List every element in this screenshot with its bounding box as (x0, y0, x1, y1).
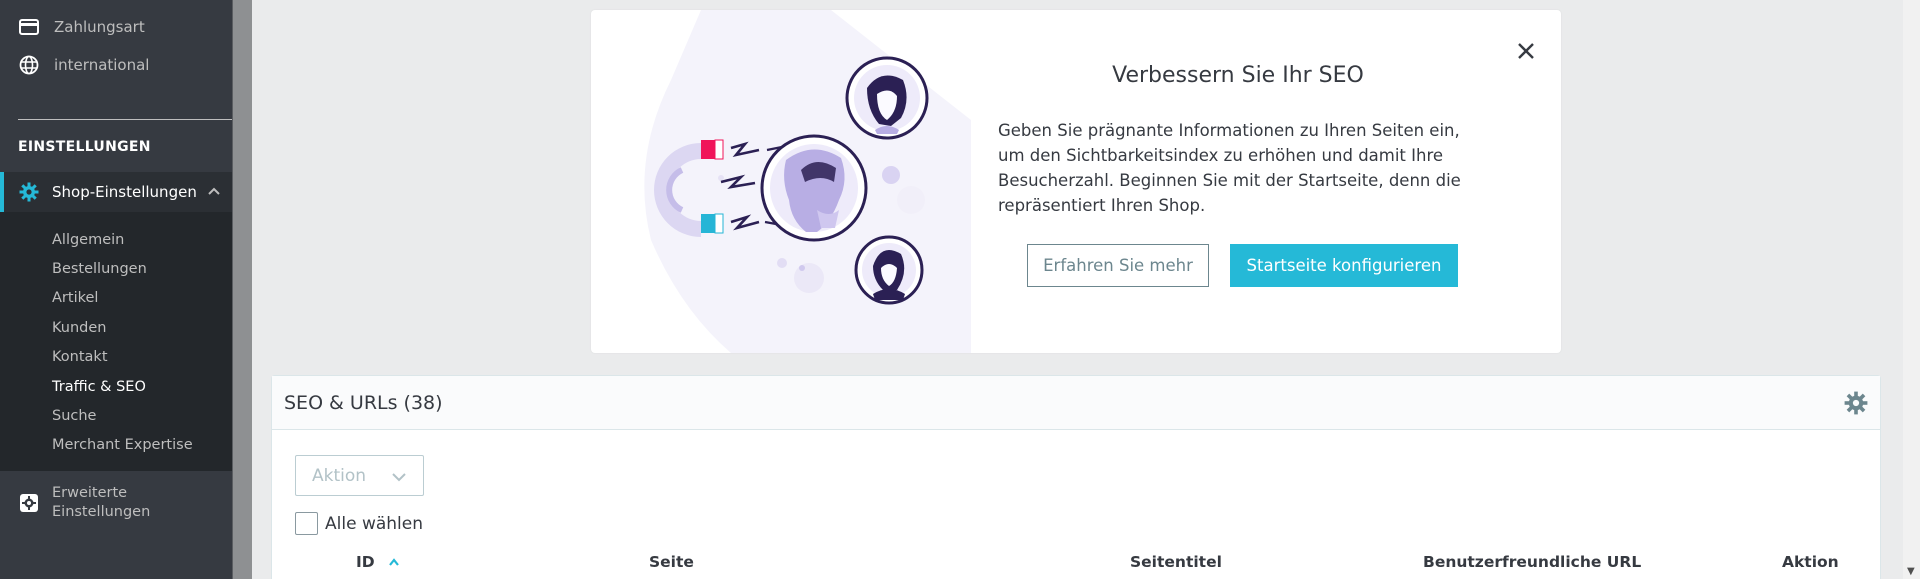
bulk-action-label: Aktion (312, 465, 367, 486)
sidebar-subitem-artikel[interactable]: Artikel (0, 284, 232, 313)
close-button[interactable] (1511, 36, 1541, 66)
select-all-checkbox[interactable]: Alle wählen (295, 512, 423, 535)
sidebar-item-label: Shop-Einstellungen (52, 183, 197, 201)
column-header-label: ID (356, 553, 375, 571)
gear-icon (18, 181, 40, 203)
sidebar-item-label: Erweiterte Einstellungen (52, 485, 151, 520)
scroll-down-arrow-icon[interactable]: ▼ (1907, 566, 1915, 577)
globe-icon (18, 54, 40, 76)
checkbox[interactable] (295, 512, 318, 535)
credit-card-icon (18, 16, 40, 38)
sidebar-subitem-kontakt[interactable]: Kontakt (0, 343, 232, 372)
sidebar-item-erweiterte-einstellungen[interactable]: Erweiterte Einstellungen (0, 478, 232, 528)
close-icon[interactable] (1516, 41, 1536, 61)
sidebar-section-title: EINSTELLUNGEN (18, 139, 151, 155)
seo-card-description: Geben Sie prägnante Informationen zu Ihr… (998, 121, 1461, 215)
sidebar-subitem-allgemein[interactable]: Allgemein (0, 225, 232, 254)
column-header-url[interactable]: Benutzerfreundliche URL (1423, 553, 1641, 571)
sidebar-item-international[interactable]: international (0, 46, 232, 84)
column-header-aktion[interactable]: Aktion (1782, 553, 1839, 571)
magnet-illustration (644, 10, 971, 353)
sidebar-item-zahlungsart[interactable]: Zahlungsart (0, 8, 232, 46)
sidebar-subitem-kunden[interactable]: Kunden (0, 313, 232, 342)
sidebar-divider (18, 119, 232, 120)
panel-title: SEO & URLs (38) (284, 391, 443, 414)
sidebar-item-label: Zahlungsart (54, 18, 145, 36)
bulk-action-dropdown[interactable]: Aktion (295, 455, 424, 496)
sidebar-item-shop-einstellungen[interactable]: Shop-Einstellungen (0, 172, 232, 212)
gear-icon[interactable] (1844, 391, 1868, 420)
page-scrollbar[interactable]: ▼ (1903, 0, 1920, 579)
sidebar-subitem-bestellungen[interactable]: Bestellungen (0, 254, 232, 283)
sidebar-item-label: international (54, 56, 150, 74)
sort-ascending-icon[interactable] (387, 557, 401, 567)
column-header-id[interactable]: ID (356, 553, 401, 571)
configure-homepage-button[interactable]: Startseite konfigurieren (1230, 244, 1458, 287)
column-header-seitentitel[interactable]: Seitentitel (1130, 553, 1222, 571)
sidebar-subitem-traffic-seo[interactable]: Traffic & SEO (0, 372, 232, 401)
learn-more-button[interactable]: Erfahren Sie mehr (1027, 244, 1209, 287)
sidebar-subitem-merchant-expertise[interactable]: Merchant Expertise (0, 431, 232, 460)
sidebar-scrollbar[interactable] (232, 0, 252, 579)
select-all-label: Alle wählen (325, 513, 423, 534)
panel-header: SEO & URLs (38) (272, 376, 1880, 430)
settings-box-icon (18, 492, 40, 514)
seo-card-title: Verbessern Sie Ihr SEO (1112, 63, 1364, 88)
column-header-seite[interactable]: Seite (649, 553, 694, 571)
seo-urls-panel: SEO & URLs (38) Aktion Alle wählen ID Se… (271, 375, 1881, 579)
sidebar: Zahlungsart international EINSTELLUNGEN … (0, 0, 232, 579)
seo-promo-card: Verbessern Sie Ihr SEO Geben Sie prägnan… (591, 10, 1561, 353)
chevron-down-icon (391, 469, 407, 489)
sidebar-submenu: Allgemein Bestellungen Artikel Kunden Ko… (0, 212, 232, 471)
sidebar-subitem-suche[interactable]: Suche (0, 401, 232, 430)
chevron-up-icon[interactable] (206, 183, 222, 203)
